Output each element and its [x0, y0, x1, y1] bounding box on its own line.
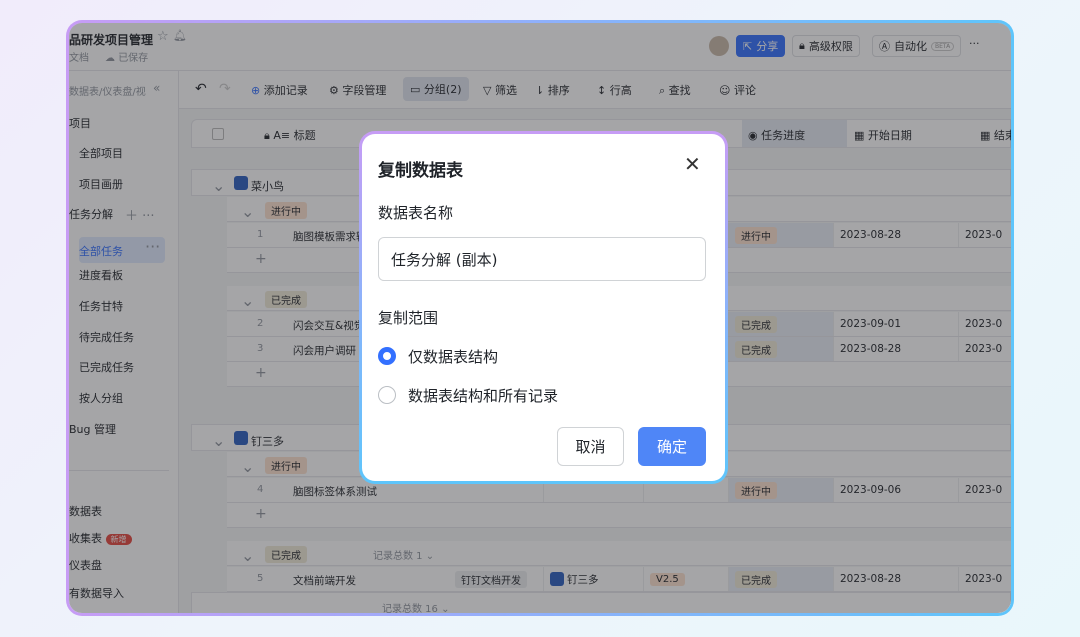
app-window: 品研发项目管理 ☆ 🔔︎ 文档 ☁ 已保存 ⇱ 分享 🔒︎ 高级权限 Ⓐ 自动化 BET… — [69, 23, 1011, 613]
name-label: 数据表名称 — [378, 204, 454, 222]
table-name-input[interactable] — [378, 237, 706, 281]
option-structure-and-records[interactable]: 数据表结构和所有记录 — [378, 384, 678, 406]
dialog-title: 复制数据表 — [378, 161, 463, 181]
scope-label: 复制范围 — [378, 309, 439, 327]
radio-selected[interactable] — [378, 347, 396, 365]
cancel-button[interactable]: 取消 — [557, 427, 624, 466]
app-window-frame: 品研发项目管理 ☆ 🔔︎ 文档 ☁ 已保存 ⇱ 分享 🔒︎ 高级权限 Ⓐ 自动化 BET… — [66, 20, 1014, 616]
option-structure-only[interactable]: 仅数据表结构 — [378, 345, 678, 367]
option-label: 仅数据表结构 — [408, 348, 499, 366]
option-label: 数据表结构和所有记录 — [408, 387, 559, 405]
radio-unselected[interactable] — [378, 386, 396, 404]
close-icon[interactable]: ✕ — [684, 152, 701, 176]
copy-table-dialog: 复制数据表 ✕ 数据表名称 复制范围 仅数据表结构 数据表结构和所有记录 取消 … — [359, 131, 728, 484]
confirm-button[interactable]: 确定 — [638, 427, 706, 466]
